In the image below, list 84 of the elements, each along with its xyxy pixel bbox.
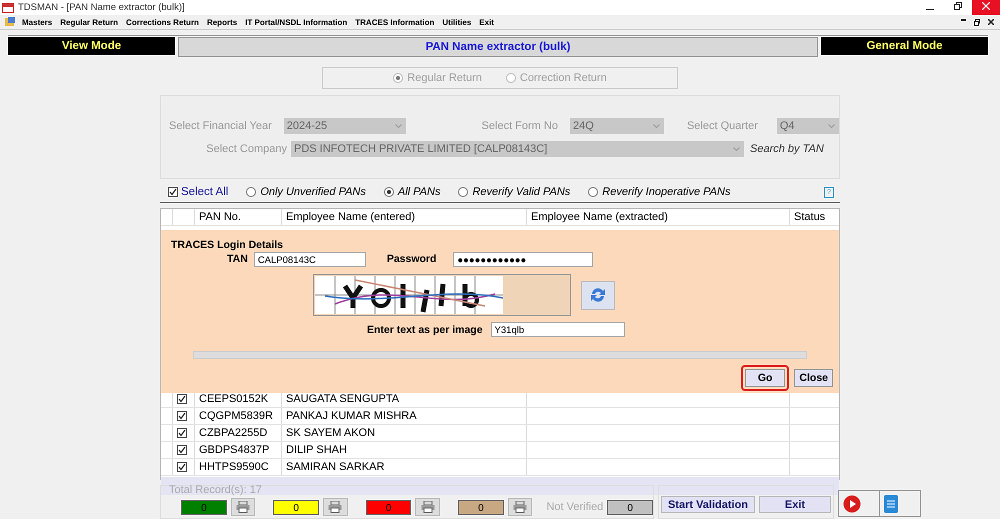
caret-icon [394,124,402,128]
table-cell: GBDPS4837P [195,442,282,458]
footer-button[interactable]: Exit [759,496,831,513]
password-field[interactable]: ●●●●●●●●●●●● [453,252,594,266]
radio-button[interactable] [393,73,404,83]
field-label: Password [386,253,436,265]
printer-icon [513,501,528,513]
menu-item[interactable]: Utilities [442,18,472,26]
row-checkbox[interactable] [177,428,187,438]
menu-item[interactable]: IT Portal/NSDL Information [245,18,348,26]
count-badge: 0 [273,500,320,514]
row-checkbox[interactable] [177,411,187,421]
print-button[interactable] [323,498,348,516]
document-icon[interactable] [884,494,898,512]
radio-label[interactable]: All PANs [398,186,440,198]
field-label: Enter text as per image [367,324,483,336]
column-header: Employee Name (extracted) [527,209,790,225]
column-header: Status [793,210,826,225]
table-cell: SAMIRAN SARKAR [282,459,527,475]
count-badge: 0 [366,500,412,514]
checkbox-label[interactable]: Select All [181,186,228,198]
menu-item[interactable]: Masters [22,18,52,26]
printer-icon [420,501,435,513]
radio-button[interactable] [506,73,516,83]
radio-label[interactable]: Only Unverified PANs [260,186,366,198]
table-cell: PANKAJ KUMAR MISHRA [282,408,527,424]
radio-button[interactable] [588,187,598,197]
table-cell: DILIP SHAH [282,442,527,458]
menu-item[interactable]: Exit [479,18,494,26]
radio-button[interactable] [384,187,394,197]
mode-label: General Mode [821,37,988,55]
captcha-field[interactable]: Y31qlb [490,322,625,337]
window-title: TDSMAN - [PAN Name extractor (bulk)] [18,2,185,13]
count-badge: 0 [607,500,654,514]
menu-item[interactable]: Corrections Return [126,18,199,26]
menu-item[interactable]: Reports [206,18,238,26]
row-checkbox[interactable] [177,462,187,472]
close-icon[interactable] [988,18,994,24]
field-label: Select Financial Year [168,120,273,132]
menu-item[interactable]: Regular Return [60,18,118,26]
table-cell: CQGPM5839R [195,408,282,424]
print-button[interactable] [415,498,440,516]
dialog-button[interactable]: Go [744,369,786,387]
dialog-title: TRACES Login Details [171,239,284,251]
table-cell: CZBPA2255D [195,425,282,441]
caret-icon [653,124,660,128]
play-icon[interactable] [843,494,861,512]
printer-icon [328,501,342,513]
restore-icon[interactable] [954,2,962,10]
table-cell: SK SAYEM AKON [282,425,527,441]
app-menu-icon[interactable] [4,16,16,28]
not-verified-label: Not Verified [546,501,604,513]
dialog-button[interactable]: Close [794,369,833,387]
total-records: Total Record(s): 17 [169,484,262,496]
mode-label: View Mode [8,37,175,55]
print-button[interactable] [230,498,256,516]
field-label: Select Company [205,142,287,154]
column-header: Employee Name (entered) [282,209,527,225]
radio-button[interactable] [246,187,256,197]
radio-label[interactable]: Reverify Valid PANs [472,186,570,198]
caret-icon [733,146,740,150]
field-label: Select Quarter [686,120,759,132]
search-link[interactable]: Search by TAN [750,142,824,154]
minimize-icon[interactable] [961,18,966,20]
print-button[interactable] [508,498,532,516]
page-title: PAN Name extractor (bulk) [178,37,818,57]
tan-field[interactable]: CALP08143C [254,252,366,266]
count-badge: 0 [458,500,504,514]
menu-item[interactable]: TRACES Information [355,18,434,26]
footer-button[interactable]: Start Validation [661,496,755,513]
radio-button[interactable] [458,187,468,197]
refresh-icon[interactable] [581,280,615,310]
select-all-checkbox[interactable] [168,187,178,197]
field-label: Select Form No [480,120,559,132]
row-checkbox[interactable] [177,394,187,404]
caret-icon [828,124,835,128]
row-checkbox[interactable] [177,445,187,455]
radio-label[interactable]: Reverify Inoperative PANs [602,186,730,198]
printer-icon [236,501,250,513]
table-cell: HHTPS9590C [195,459,282,475]
column-header: PAN No. [195,209,282,225]
count-badge: 0 [181,500,227,514]
restore-icon[interactable] [974,18,980,26]
field-label: TAN [227,253,248,265]
